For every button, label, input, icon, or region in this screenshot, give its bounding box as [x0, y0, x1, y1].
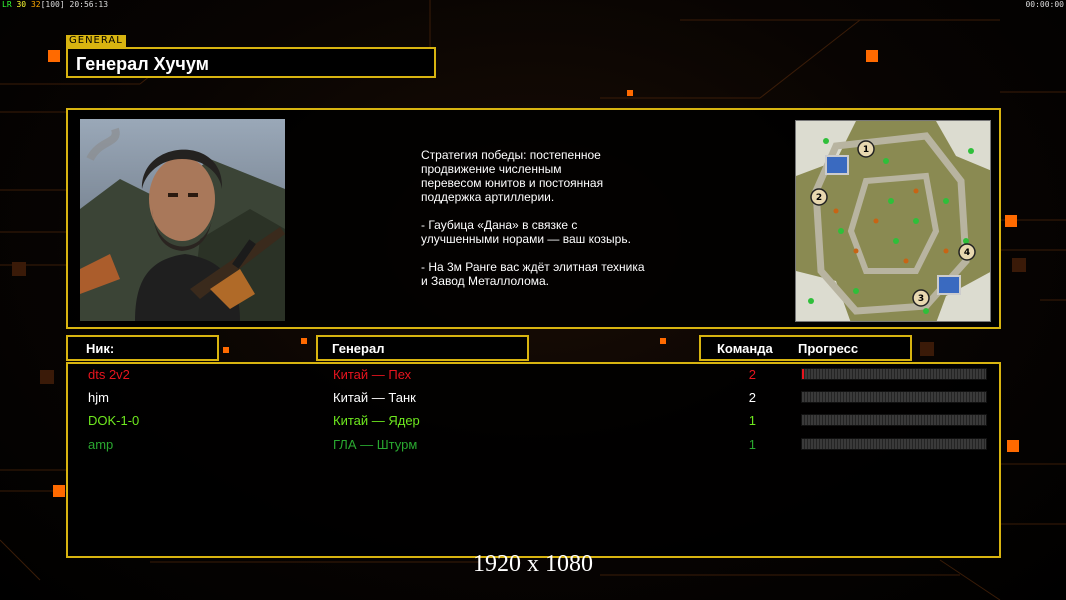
- general-portrait-image: [80, 119, 285, 321]
- player-general: Китай — Ядер: [333, 413, 420, 428]
- player-row: hjm Китай — Танк 2: [68, 387, 999, 409]
- map-preview-image: 1 2 3 4: [796, 121, 990, 321]
- player-team: 2: [748, 390, 756, 405]
- player-progress-bar: [801, 438, 987, 450]
- player-row: DOK-1-0 Китай — Ядер 1: [68, 410, 999, 432]
- player-general: ГЛА — Штурм: [333, 437, 418, 452]
- players-list: dts 2v2 Китай — Пех 2 hjm Китай — Танк 2…: [66, 362, 1001, 558]
- column-header-general: Генерал: [316, 335, 529, 361]
- hud-stat-4: [100]: [40, 0, 65, 9]
- player-progress-fill: [802, 369, 804, 379]
- player-row: dts 2v2 Китай — Пех 2: [68, 364, 999, 386]
- general-name: Генерал Хучум: [76, 54, 209, 74]
- player-row: amp ГЛА — Штурм 1: [68, 434, 999, 456]
- general-title-box: Генерал Хучум: [66, 47, 436, 78]
- player-nick: DOK-1-0: [88, 413, 140, 428]
- player-general: Китай — Танк: [333, 390, 416, 405]
- hud-topbar: LR 30 32[100] 20:56:13 00:00:00: [0, 0, 1066, 10]
- hud-stats: LR 30 32[100] 20:56:13: [2, 0, 108, 9]
- player-nick: hjm: [88, 390, 109, 405]
- general-strategy-text: Стратегия победы: постепенное продвижени…: [421, 148, 645, 288]
- hud-clock: 20:56:13: [69, 0, 109, 9]
- player-nick: dts 2v2: [88, 367, 130, 382]
- player-team: 2: [748, 367, 756, 382]
- player-nick: amp: [88, 437, 114, 452]
- map-start-2: 2: [816, 193, 822, 203]
- general-tag: GENERAL: [66, 35, 126, 47]
- player-team: 1: [748, 413, 756, 428]
- player-general: Китай — Пех: [333, 367, 412, 382]
- hud-stat-1: LR: [2, 0, 12, 9]
- column-header-team-label: Команда: [717, 341, 773, 356]
- map-start-3: 3: [918, 294, 924, 304]
- hud-stat-3: 32: [30, 0, 41, 9]
- resolution-label: 1920 x 1080: [473, 551, 593, 577]
- general-portrait: [80, 119, 285, 321]
- hud-timer: 00:00:00: [1025, 0, 1064, 9]
- player-progress-bar: [801, 368, 987, 380]
- hud-stat-2: 30: [16, 0, 27, 9]
- map-preview: 1 2 3 4: [795, 120, 991, 322]
- player-progress-bar: [801, 414, 987, 426]
- column-header-progress-label: Прогресс: [798, 341, 859, 356]
- column-header-nick-label: Ник:: [86, 341, 115, 356]
- player-progress-bar: [801, 391, 987, 403]
- map-start-1: 1: [863, 145, 869, 155]
- column-header-general-label: Генерал: [332, 341, 385, 356]
- column-header-team-progress: Команда Прогресс: [699, 335, 912, 361]
- map-start-4: 4: [964, 248, 970, 258]
- general-info-panel: Стратегия победы: постепенное продвижени…: [66, 108, 1001, 329]
- column-header-nick: Ник:: [66, 335, 219, 361]
- player-team: 1: [748, 437, 756, 452]
